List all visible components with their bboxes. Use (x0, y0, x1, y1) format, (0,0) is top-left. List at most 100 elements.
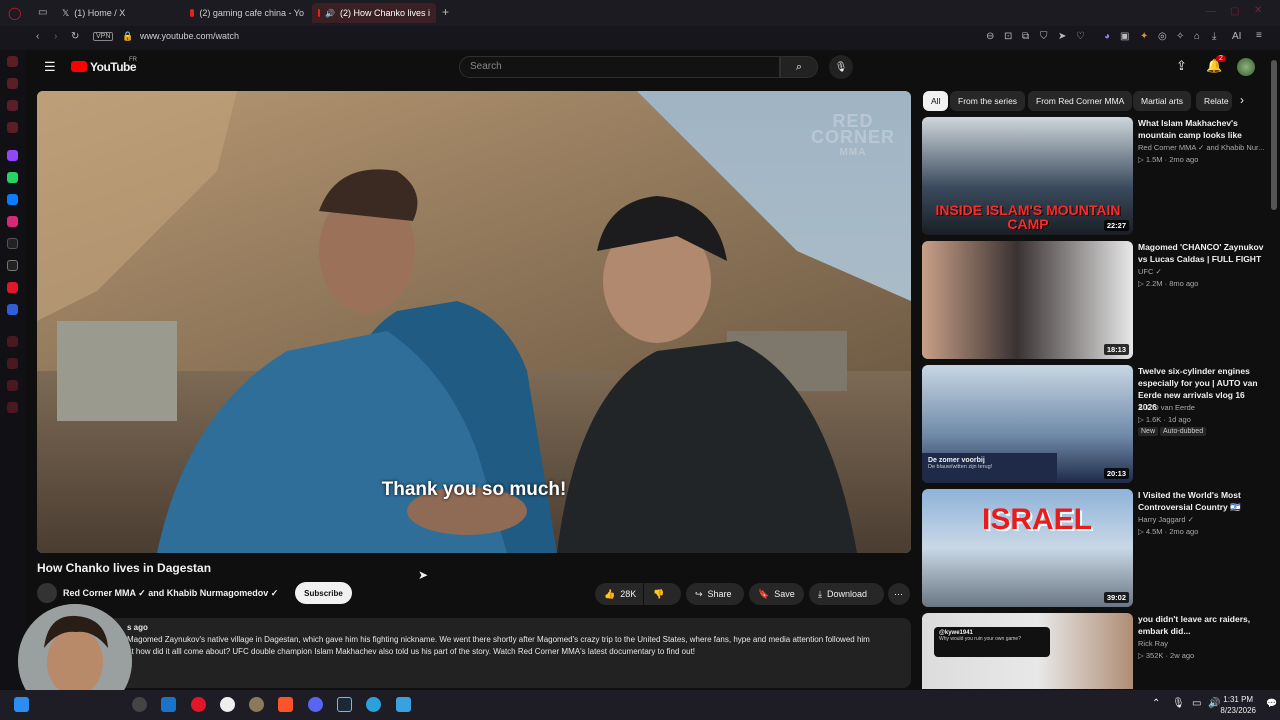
more-actions-button[interactable]: ⋯ (888, 583, 910, 605)
rec-title[interactable]: I Visited the World's Most Controversial… (1138, 489, 1264, 513)
windows-start-icon[interactable] (14, 697, 29, 712)
zoom-icon[interactable]: ⊖ (986, 31, 994, 42)
new-tab-icon[interactable]: + (442, 5, 449, 19)
maximize-icon[interactable]: ▢ (1230, 6, 1239, 17)
extension-purple-icon[interactable]: ◕ (1104, 31, 1110, 42)
tray-chevron-icon[interactable]: ⌃ (1152, 698, 1160, 709)
dislike-button[interactable]: 👎 (644, 583, 681, 605)
volume-icon[interactable]: 🔊 (1208, 698, 1220, 709)
recommendation-item[interactable]: ISRAEL 39:02 I Visited the World's Most … (922, 489, 1272, 609)
x-sidebar-icon[interactable] (7, 260, 18, 271)
video-thumbnail[interactable]: De zomer voorbij De blauw/witten zijn te… (922, 365, 1133, 483)
extension-web-icon[interactable]: ◎ (1158, 31, 1167, 42)
tab-gaming-cafe[interactable]: (2) gaming cafe china - Yo (184, 3, 310, 23)
search-input[interactable]: Search (459, 56, 780, 78)
recommendation-item[interactable]: De zomer voorbij De blauw/witten zijn te… (922, 365, 1272, 485)
search-button[interactable]: ⌕ (780, 56, 818, 78)
rec-title[interactable]: Magomed 'CHANCO' Zaynukov vs Lucas Calda… (1138, 241, 1264, 265)
rec-title[interactable]: you didn't leave arc raiders, embark did… (1138, 613, 1264, 637)
unreal-icon[interactable] (220, 697, 235, 712)
messenger-icon[interactable] (7, 194, 18, 205)
brave-icon[interactable] (278, 697, 293, 712)
create-upload-icon[interactable]: ⇪ (1176, 58, 1187, 74)
video-player[interactable]: RED CORNER MMA Thank you so much! (37, 91, 911, 553)
channel-avatar[interactable] (37, 583, 57, 603)
music-icon[interactable] (7, 282, 18, 293)
tiktok-icon[interactable] (7, 238, 18, 249)
extensions-icon[interactable]: ✧ (1176, 31, 1184, 42)
ai-icon[interactable]: AI (1232, 31, 1241, 42)
recommendation-item[interactable]: @kywe1941 Why would you ruin your own ga… (922, 613, 1272, 689)
page-action-icon[interactable]: ⊡ (1004, 31, 1012, 42)
steam-icon[interactable] (337, 697, 352, 712)
chip-all[interactable]: All (923, 91, 949, 111)
reload-icon[interactable]: ↻ (71, 31, 79, 42)
video-description[interactable]: s ago Magomed Zaynukov's native village … (37, 618, 911, 688)
video-thumbnail[interactable]: ISRAEL 39:02 (922, 489, 1133, 607)
close-icon[interactable]: ✕ (1254, 5, 1262, 16)
whatsapp-icon[interactable] (7, 172, 18, 183)
opera-icon[interactable] (191, 697, 206, 712)
rec-channel[interactable]: UFC ✓ (1138, 267, 1162, 276)
save-button[interactable]: 🔖 Save (749, 583, 804, 605)
download-button[interactable]: ⤓ Download (809, 583, 884, 605)
browser-logo-icon[interactable]: ◯ (8, 6, 21, 20)
sidebar-icon-16[interactable] (7, 402, 18, 413)
chip-related[interactable]: Relate (1196, 91, 1232, 111)
extension-orange-icon[interactable]: ✦ (1140, 31, 1148, 42)
back-icon[interactable]: ‹ (36, 31, 39, 42)
sidebar-icon-4[interactable] (7, 122, 18, 133)
sidebar-icon-14[interactable] (7, 358, 18, 369)
steelseries-icon[interactable] (132, 697, 147, 712)
chip-from-red-corner[interactable]: From Red Corner MMA (1028, 91, 1133, 111)
video-thumbnail[interactable]: @kywe1941 Why would you ruin your own ga… (922, 613, 1133, 689)
video-thumbnail[interactable]: INSIDE ISLAM'S MOUNTAIN CAMP 22:27 (922, 117, 1133, 235)
gimp-icon[interactable] (249, 697, 264, 712)
discord-icon[interactable] (308, 697, 323, 712)
telegram-icon[interactable] (366, 697, 381, 712)
voice-search-button[interactable]: 🎙 (829, 55, 853, 79)
bookmark-heart-icon[interactable]: ♡ (1076, 31, 1085, 42)
sidebar-icon-1[interactable] (7, 56, 18, 67)
recommendation-item[interactable]: 18:13 Magomed 'CHANCO' Zaynukov vs Lucas… (922, 241, 1272, 361)
account-avatar[interactable] (1237, 58, 1255, 76)
page-scrollbar[interactable] (1271, 60, 1277, 210)
tab-x-home[interactable]: 𝕏 (1) Home / X (56, 3, 184, 23)
video-thumbnail[interactable]: 18:13 (922, 241, 1133, 359)
like-button[interactable]: 👍 28K (595, 583, 643, 605)
app-icon[interactable] (396, 697, 411, 712)
chip-from-series[interactable]: From the series (950, 91, 1026, 111)
twitch-icon[interactable] (7, 150, 18, 161)
tab-how-chanko[interactable]: 🔊 (2) How Chanko lives i (312, 3, 436, 23)
sidebar-icon-15[interactable] (7, 380, 18, 391)
notification-center-icon[interactable]: 💬 (1266, 698, 1277, 709)
sidebar-icon-3[interactable] (7, 100, 18, 111)
hamburger-menu-icon[interactable]: ☰ (44, 59, 56, 75)
forward-icon[interactable]: › (54, 31, 57, 42)
rec-channel[interactable]: AUTO van Eerde (1138, 403, 1195, 412)
chips-next-icon[interactable]: › (1240, 93, 1244, 107)
recommendation-item[interactable]: INSIDE ISLAM'S MOUNTAIN CAMP 22:27 What … (922, 117, 1272, 237)
rec-channel[interactable]: Rick Ray (1138, 639, 1168, 648)
url-field[interactable]: www.youtube.com/watch (140, 31, 239, 41)
shield-icon[interactable]: ⛉ (1040, 31, 1048, 42)
youtube-logo-icon[interactable] (71, 61, 87, 72)
rec-channel[interactable]: Harry Jaggard ✓ (1138, 515, 1194, 524)
rec-title[interactable]: What Islam Makhachev's mountain camp loo… (1138, 117, 1264, 141)
download-icon[interactable]: ⤓ (1212, 31, 1216, 42)
sidebar-icon-2[interactable] (7, 78, 18, 89)
screenshot-icon[interactable]: ⧉ (1022, 31, 1029, 42)
vpn-badge[interactable]: VPN (93, 32, 114, 41)
extension-badge-icon[interactable]: ▣ (1120, 31, 1129, 42)
network-icon[interactable]: ▭ (1192, 698, 1201, 709)
vpn-sidebar-icon[interactable] (7, 304, 18, 315)
chip-martial-arts[interactable]: Martial arts (1133, 91, 1192, 111)
instagram-icon[interactable] (7, 216, 18, 227)
wallet-icon[interactable]: ⌂ (1194, 31, 1200, 42)
tab-menu-icon[interactable]: ▭ (38, 7, 47, 18)
share-button[interactable]: ↪ Share (686, 583, 744, 605)
minimize-icon[interactable]: — (1206, 6, 1216, 17)
rec-channel[interactable]: Red Corner MMA ✓ and Khabib Nur... (1138, 143, 1264, 152)
sidebar-icon-13[interactable] (7, 336, 18, 347)
channel-name[interactable]: Red Corner MMA ✓ and Khabib Nurmagomedov… (63, 588, 278, 599)
